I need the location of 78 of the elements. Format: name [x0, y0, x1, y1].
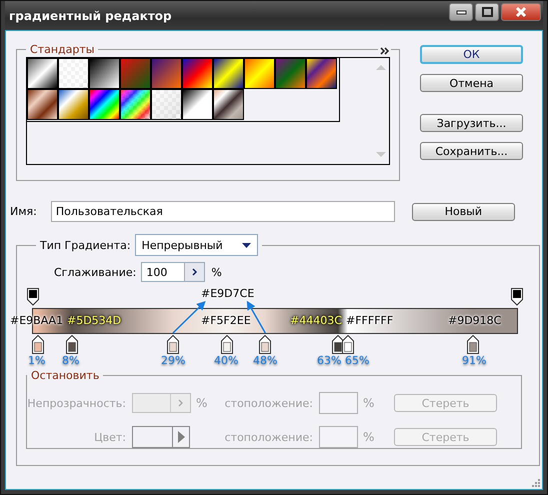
stop-position-label: 8%: [62, 354, 80, 367]
resize-grip-icon[interactable]: [530, 477, 541, 488]
name-field[interactable]: Пользовательская: [50, 201, 395, 222]
minimize-icon: [456, 10, 466, 14]
color-code-label: #E9D7CE: [201, 287, 254, 300]
gradient-swatch[interactable]: [182, 89, 213, 120]
dialog-button[interactable]: Загрузить...: [420, 114, 523, 132]
gradient-swatch[interactable]: [58, 89, 89, 120]
stop-position-label: 40%: [214, 354, 238, 367]
color-stop-handle[interactable]: [342, 335, 354, 354]
color-code-label: #5D534D: [67, 314, 122, 327]
gradient-swatch[interactable]: [89, 89, 120, 120]
smoothing-field[interactable]: 100: [141, 262, 206, 282]
unit-label: %: [362, 396, 376, 410]
close-button[interactable]: [501, 3, 541, 21]
field-label: стоположение:: [224, 430, 314, 444]
location-field[interactable]: [319, 426, 358, 448]
color-stop-handle[interactable]: [32, 335, 44, 354]
gradient-swatch[interactable]: [27, 58, 58, 89]
field-label: Имя:: [10, 205, 37, 218]
color-field[interactable]: [132, 426, 190, 448]
stop-position-label: 91%: [462, 354, 486, 367]
gradient-swatch[interactable]: [182, 58, 213, 89]
panel-title: Стандарты: [29, 43, 96, 56]
dialog-button[interactable]: Отмена: [420, 74, 523, 92]
color-code-label: #9D918C: [448, 314, 502, 327]
color-stop-handle[interactable]: [66, 335, 78, 354]
unit-label: %: [362, 430, 376, 444]
color-stop-handle[interactable]: [220, 335, 233, 354]
gradient-swatch[interactable]: [213, 89, 244, 120]
gradient-swatch[interactable]: [58, 58, 89, 89]
gradient-swatch[interactable]: [244, 58, 275, 89]
opacity-stop-handle[interactable]: [27, 288, 39, 306]
color-code-label: #FFFFFF: [346, 314, 394, 327]
field-label: Тип Градиента:: [40, 238, 131, 252]
color-stop-handle[interactable]: [259, 335, 272, 354]
stop-position-label: 65%: [345, 354, 370, 367]
color-stop-handle[interactable]: [467, 335, 480, 354]
stop-position-label: 1%: [28, 354, 46, 367]
minimize-button[interactable]: [449, 3, 473, 21]
field-label: стоположение:: [224, 396, 314, 410]
dialog-button[interactable]: Сохранить...: [420, 142, 523, 160]
stop-position-label: 63%: [317, 354, 342, 367]
gradient-swatch[interactable]: [27, 89, 58, 120]
gradient-swatch[interactable]: [306, 58, 337, 89]
play-arrow-icon[interactable]: [178, 431, 184, 443]
gradient-swatch[interactable]: [120, 89, 151, 120]
opacity-field[interactable]: [132, 393, 191, 413]
unit-label: %: [211, 266, 222, 278]
color-code-label: #44403C: [290, 314, 342, 327]
gradient-swatch[interactable]: [151, 58, 182, 89]
field-label: Непрозрачность:: [27, 396, 127, 410]
close-icon: [515, 6, 527, 18]
location-field[interactable]: [319, 392, 358, 414]
color-code-label: #F5F2EE: [201, 314, 251, 327]
stop-position-label: 29%: [161, 354, 186, 367]
gradient-swatch[interactable]: [151, 89, 182, 120]
new-button[interactable]: Новый: [412, 202, 515, 220]
color-stop-handle[interactable]: [332, 335, 344, 354]
field-label: Цвет:: [93, 430, 127, 444]
opacity-stop-handle[interactable]: [511, 288, 523, 306]
double-chevron-icon[interactable]: [380, 47, 389, 55]
dropdown-caret-icon: [242, 242, 251, 248]
field-label: Сглаживание:: [54, 266, 136, 278]
gradient-swatch[interactable]: [89, 58, 120, 89]
panel-title: Остановить: [30, 369, 100, 382]
gradient-swatch[interactable]: [275, 58, 306, 89]
stop-position-label: 48%: [253, 354, 278, 367]
window-title: градиентный редактор: [8, 8, 172, 22]
gradient-type-dropdown[interactable]: Непрерывный: [134, 234, 258, 256]
maximize-button[interactable]: [475, 3, 499, 21]
gradient-swatch[interactable]: [120, 58, 151, 89]
chevron-icon[interactable]: [192, 268, 198, 276]
maximize-icon: [482, 7, 492, 17]
gradient-swatch[interactable]: [213, 58, 244, 89]
unit-label: %: [195, 396, 208, 410]
dialog-button[interactable]: ОК: [420, 45, 523, 64]
color-stop-handle[interactable]: [167, 335, 180, 354]
